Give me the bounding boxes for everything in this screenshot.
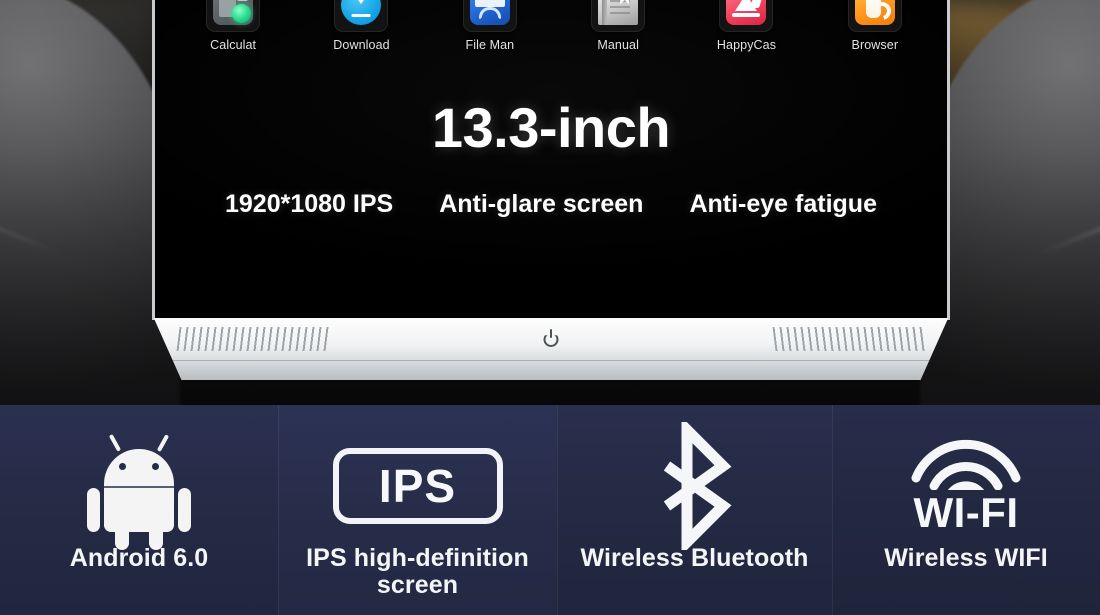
speaker-grille-left-icon: [176, 327, 330, 351]
feature-panel-android: Android 6.0: [0, 405, 278, 615]
uc-browser-icon[interactable]: [847, 0, 902, 32]
app-item-manual[interactable]: Manual: [554, 0, 682, 52]
ips-badge-text: IPS: [378, 460, 457, 512]
product-photo-scene: Google S Play Sto Browser Calendar: [0, 0, 1100, 405]
feature-caption-android: Android 6.0: [69, 544, 209, 572]
feature-caption-ips: IPS high-definition screen: [306, 544, 529, 599]
product-feature-image: Google S Play Sto Browser Calendar: [0, 0, 1100, 615]
app-item-file-manager[interactable]: File Man: [426, 0, 554, 52]
ips-badge-icon: IPS: [332, 448, 503, 524]
sub-feature-anti-fatigue: Anti-eye fatigue: [689, 190, 877, 218]
app-label: Browser: [851, 38, 899, 52]
wifi-badge-text: WI-FI: [913, 489, 1019, 536]
feature-panel-ips: IPS IPS high-definition screen: [278, 405, 557, 615]
calculator-icon[interactable]: [206, 0, 261, 32]
app-label: HappyCas: [716, 38, 777, 52]
app-item-download[interactable]: Download: [297, 0, 425, 52]
monitor-screen: Google S Play Sto Browser Calendar: [152, 0, 950, 320]
app-label: File Man: [465, 38, 515, 52]
app-label: Manual: [597, 38, 639, 52]
headrest-monitor: Google S Play Sto Browser Calendar: [152, 0, 950, 390]
manual-book-icon[interactable]: [591, 0, 646, 32]
feature-strip: Android 6.0 IPS IPS high-definition scre…: [0, 405, 1100, 615]
feature-panel-bluetooth: Wireless Bluetooth: [557, 405, 832, 615]
ips-icon-slot: IPS: [332, 427, 503, 545]
bluetooth-icon-slot: [647, 416, 743, 556]
sub-feature-anti-glare: Anti-glare screen: [439, 190, 644, 218]
app-item-browser[interactable]: Browser: [811, 0, 939, 52]
wifi-icon: WI-FI: [910, 438, 1022, 534]
app-item-calculator[interactable]: Calculat: [169, 0, 297, 52]
sub-feature-resolution: 1920*1080 IPS: [225, 190, 394, 218]
app-row-second: Calculat Download File Man Manual HappyC…: [155, 0, 947, 52]
headline-screen-size: 13.3-inch: [431, 96, 671, 159]
android-robot-icon: [87, 433, 191, 550]
happycast-icon[interactable]: [719, 0, 774, 32]
feature-caption-wifi: Wireless WIFI: [884, 544, 1048, 572]
app-label: Download: [333, 38, 390, 52]
speaker-grille-right-icon: [772, 327, 926, 351]
file-manager-icon[interactable]: [462, 0, 517, 32]
wifi-arcs-icon: [910, 438, 1022, 497]
monitor-bottom-bezel: [153, 318, 949, 380]
app-item-happycast[interactable]: HappyCas: [682, 0, 810, 52]
wifi-icon-slot: WI-FI: [910, 427, 1022, 545]
android-icon-slot: [87, 427, 191, 550]
screen-sub-feature-row: 1920*1080 IPS Anti-glare screen Anti-eye…: [155, 190, 947, 219]
feature-panel-wifi: WI-FI Wireless WIFI: [832, 405, 1100, 615]
bezel-seam: [168, 360, 934, 361]
download-icon[interactable]: [334, 0, 389, 32]
screen-marketing-copy: 13.3-inch 1920*1080 IPS Anti-glare scree…: [155, 100, 947, 219]
app-label: Calculat: [210, 38, 257, 52]
bluetooth-icon: [647, 416, 743, 556]
